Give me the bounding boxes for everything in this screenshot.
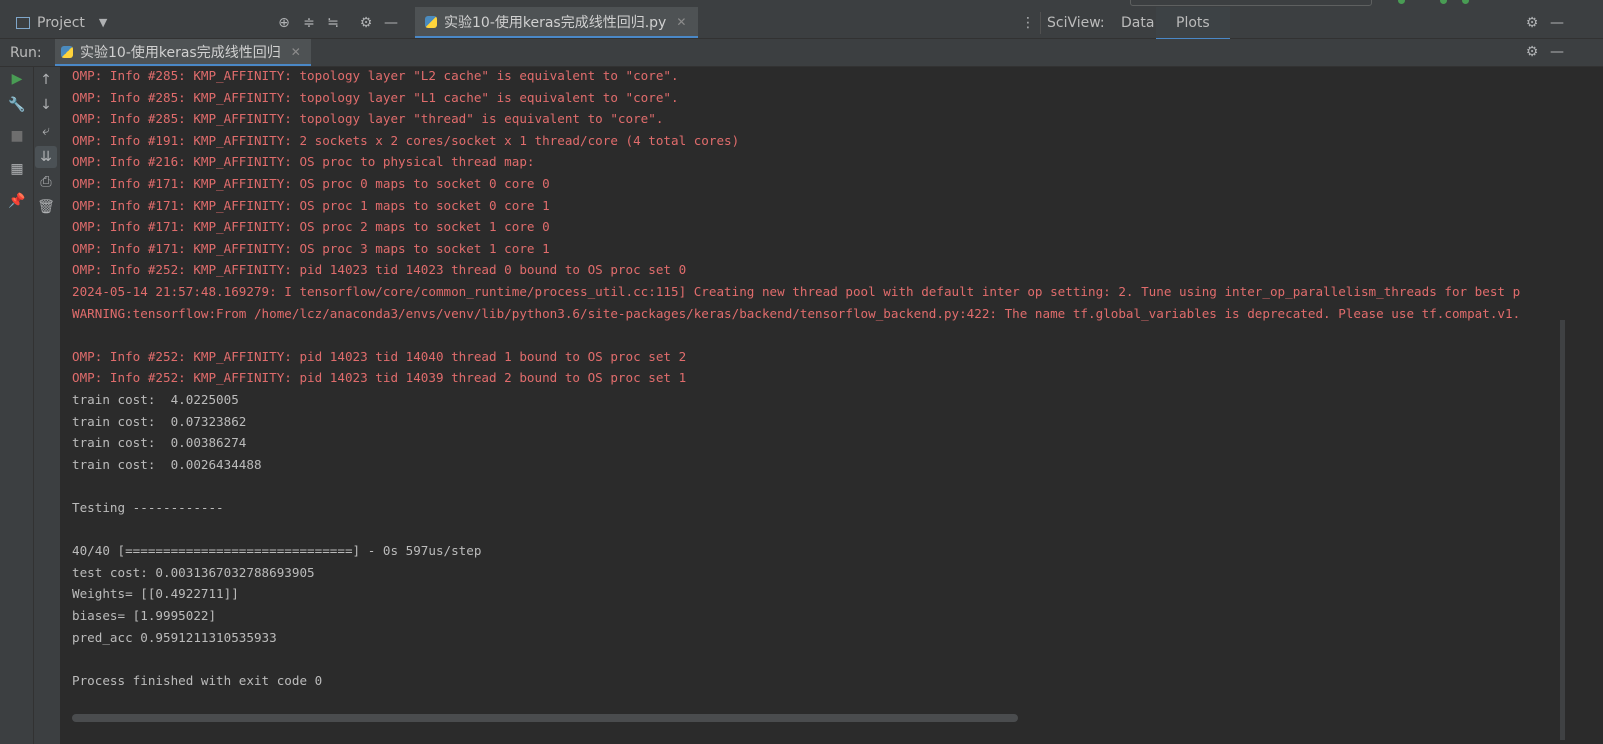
close-icon[interactable]: ✕ [291, 45, 301, 59]
console-line: train cost: 0.07323862 [72, 413, 247, 429]
run-tab-label: 实验10-使用keras完成线性回归 [80, 44, 281, 61]
sciview-label: SciView: [1047, 14, 1105, 31]
console-line: OMP: Info #252: KMP_AFFINITY: pid 14023 … [72, 370, 687, 386]
stop-icon[interactable]: ■ [6, 125, 28, 147]
vertical-scrollbar[interactable] [1560, 320, 1565, 740]
console-line: OMP: Info #252: KMP_AFFINITY: pid 14023 … [72, 348, 687, 364]
console-line: biases= [1.9995022] [72, 608, 217, 623]
editor-tab-label: 实验10-使用keras完成线性回归.py [444, 14, 667, 31]
close-icon[interactable]: ✕ [676, 15, 686, 29]
horizontal-scrollbar[interactable] [72, 714, 1018, 722]
minimize-icon[interactable]: — [381, 13, 401, 33]
scroll-to-end-icon[interactable]: ⇊ [35, 146, 57, 168]
rerun-icon[interactable]: ▶ [6, 68, 28, 90]
print-icon[interactable]: ⎙ [35, 171, 57, 193]
console-line: OMP: Info #285: KMP_AFFINITY: topology l… [72, 111, 664, 127]
console-line: test cost: 0.0031367032788693905 [72, 564, 315, 580]
tool-window-header: Project ▼ ⊕ ≑ ≒ ⚙ — 实验10-使用keras完成线性回归.p… [0, 7, 1603, 40]
layout-icon[interactable]: ▦ [6, 158, 28, 180]
title-strip [0, 0, 1603, 7]
project-label: Project [37, 14, 85, 31]
console-line: train cost: 0.00386274 [72, 435, 247, 451]
console-line: Testing ------------ [72, 500, 224, 515]
divider [1040, 12, 1041, 34]
editor-tab[interactable]: 实验10-使用keras完成线性回归.py ✕ [415, 7, 699, 38]
console-line: Process finished with exit code 0 [72, 672, 323, 688]
gear-icon[interactable]: ⚙ [1522, 42, 1542, 62]
run-tab[interactable]: 实验10-使用keras完成线性回归 ✕ [55, 39, 311, 66]
crosshair-icon[interactable]: ⊕ [274, 13, 294, 33]
console-line: OMP: Info #191: KMP_AFFINITY: 2 sockets … [72, 132, 740, 148]
window-icon [16, 16, 30, 29]
coverage-icon[interactable] [1462, 0, 1469, 4]
collapse-icon[interactable]: ≑ [299, 13, 319, 33]
sciview-tab-plots[interactable]: Plots [1156, 7, 1230, 40]
run-label: Run: [10, 44, 42, 61]
more-vertical-icon[interactable]: ⋮ [1018, 13, 1038, 33]
run-toolbar: ▶ 🔧 ■ ▦ 📌 ↑ ↓ ⤶ ⇊ ⎙ 🗑 [0, 67, 60, 744]
console-line: 40/40 [==============================] -… [72, 543, 482, 559]
run-icon[interactable] [1398, 0, 1405, 4]
console-line: OMP: Info #285: KMP_AFFINITY: topology l… [72, 68, 679, 83]
python-icon [61, 45, 73, 58]
minimize-icon[interactable]: — [1547, 13, 1567, 33]
console-output[interactable]: OMP: Info #285: KMP_AFFINITY: topology l… [60, 67, 1603, 744]
console-line: pred_acc 0.9591211310535933 [72, 629, 277, 645]
arrow-up-icon[interactable]: ↑ [35, 69, 57, 91]
console-line: Weights= [[0.4922711]] [72, 586, 239, 602]
wrench-icon[interactable]: 🔧 [6, 94, 28, 116]
minimize-icon[interactable]: — [1547, 42, 1567, 62]
gear-icon[interactable]: ⚙ [1522, 13, 1542, 33]
toolbar-divider [33, 67, 34, 744]
expand-icon[interactable]: ≒ [323, 13, 343, 33]
console-line: 2024-05-14 21:57:48.169279: I tensorflow… [72, 284, 1521, 299]
console-line: WARNING:tensorflow:From /home/lcz/anacon… [72, 305, 1521, 321]
console-line: train cost: 0.0026434488 [72, 456, 262, 472]
python-icon [425, 15, 437, 28]
soft-wrap-icon[interactable]: ⤶ [35, 120, 57, 142]
project-view-selector[interactable]: Project ▼ [16, 7, 107, 38]
console-line: OMP: Info #171: KMP_AFFINITY: OS proc 0 … [72, 176, 550, 191]
console-line: train cost: 4.0225005 [72, 392, 239, 407]
run-tool-window-bar: Run: 实验10-使用keras完成线性回归 ✕ ⚙ — [0, 39, 1603, 67]
console-line: OMP: Info #171: KMP_AFFINITY: OS proc 2 … [72, 219, 550, 235]
run-config-selector[interactable] [1130, 0, 1372, 6]
trash-icon[interactable]: 🗑 [35, 196, 57, 218]
console-line: OMP: Info #252: KMP_AFFINITY: pid 14023 … [72, 262, 687, 278]
arrow-down-icon[interactable]: ↓ [35, 94, 57, 116]
debug-icon[interactable] [1440, 0, 1447, 4]
gear-icon[interactable]: ⚙ [356, 13, 376, 33]
console-line: OMP: Info #216: KMP_AFFINITY: OS proc to… [72, 154, 535, 170]
sciview-tab-data[interactable]: Data [1121, 7, 1154, 38]
console-line: OMP: Info #171: KMP_AFFINITY: OS proc 1 … [72, 197, 550, 213]
chevron-down-icon: ▼ [98, 16, 108, 29]
console-line: OMP: Info #285: KMP_AFFINITY: topology l… [72, 89, 679, 105]
pin-icon[interactable]: 📌 [6, 190, 28, 212]
console-line: OMP: Info #171: KMP_AFFINITY: OS proc 3 … [72, 240, 550, 256]
